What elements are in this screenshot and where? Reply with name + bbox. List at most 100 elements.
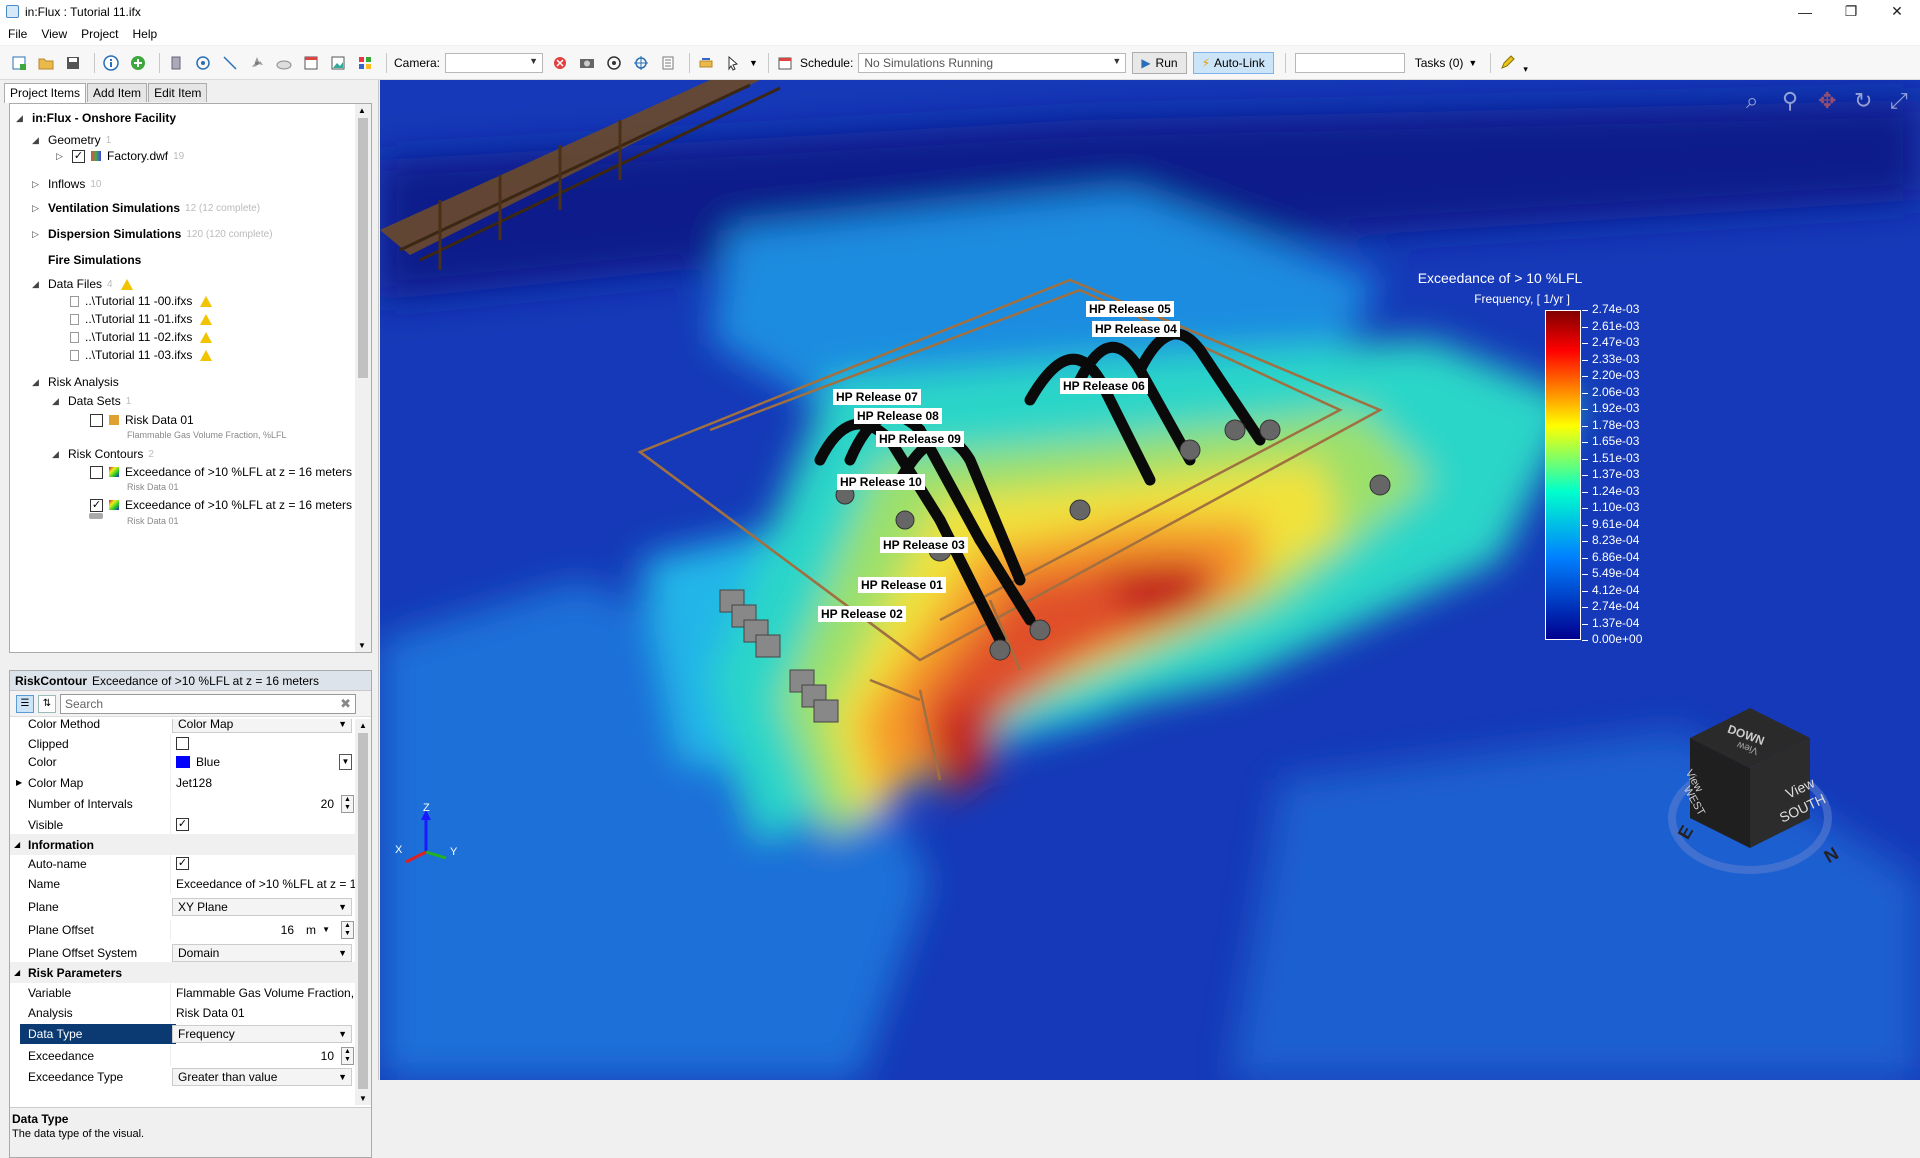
data-type-dropdown[interactable]: Frequency ▼ bbox=[172, 1024, 352, 1043]
tree-data-file[interactable]: ..\Tutorial 11 -03.ifxs bbox=[70, 347, 213, 363]
plane-offset-input[interactable]: 16 m ▼ ▲ ▼ bbox=[170, 919, 356, 940]
scroll-up-icon[interactable]: ▲ bbox=[359, 721, 367, 730]
release-label[interactable]: HP Release 07 bbox=[833, 389, 921, 405]
release-label[interactable]: HP Release 04 bbox=[1092, 321, 1180, 337]
schedule-select[interactable]: No Simulations Running ▼ bbox=[858, 52, 1127, 73]
scroll-thumb[interactable] bbox=[358, 733, 368, 1089]
color-value[interactable]: Blue ▼ bbox=[170, 751, 356, 772]
menu-project[interactable]: Project bbox=[81, 27, 118, 41]
tree-factory-dwf[interactable]: ▷ ✓ Factory.dwf 19 bbox=[56, 148, 184, 164]
tree-data-files[interactable]: ◢ Data Files 4 bbox=[32, 276, 133, 292]
zoom-icon[interactable]: ⚲ bbox=[1782, 88, 1808, 114]
collapse-icon[interactable]: ▷ bbox=[56, 151, 66, 162]
list-button[interactable] bbox=[657, 52, 679, 74]
expand-icon[interactable]: ◢ bbox=[52, 396, 62, 407]
collapse-icon[interactable]: ▷ bbox=[32, 229, 42, 240]
orbit-button[interactable] bbox=[603, 52, 625, 74]
spinner-icon[interactable]: ▲ ▼ bbox=[341, 1046, 354, 1065]
expand-icon[interactable]: ▶ bbox=[16, 778, 22, 787]
prop-row[interactable]: Color Method Color Map ▼ bbox=[10, 719, 356, 734]
spinner-icon[interactable]: ▲ ▼ bbox=[341, 794, 354, 813]
tree-fire[interactable]: Fire Simulations bbox=[48, 252, 141, 268]
categorized-view-button[interactable]: ☰ bbox=[16, 694, 34, 713]
tree-inflows[interactable]: ▷ Inflows 10 bbox=[32, 176, 101, 192]
tree-data-file[interactable]: ..\Tutorial 11 -00.ifxs bbox=[70, 293, 213, 309]
delete-camera-button[interactable] bbox=[549, 52, 571, 74]
checkbox-risk-data[interactable] bbox=[90, 413, 103, 427]
minimize-button[interactable]: — bbox=[1782, 0, 1828, 23]
checkbox-autoname[interactable]: ✓ bbox=[176, 857, 189, 870]
checkbox-contour[interactable] bbox=[90, 465, 103, 479]
prop-row-data-type[interactable]: Data Type Frequency ▼ bbox=[10, 1023, 356, 1044]
chevron-down-icon[interactable]: ▼ bbox=[1468, 58, 1477, 68]
target-button[interactable] bbox=[192, 52, 214, 74]
camera-button[interactable] bbox=[576, 52, 598, 74]
line-button[interactable] bbox=[219, 52, 241, 74]
tree-data-sets[interactable]: ◢ Data Sets 1 bbox=[52, 393, 131, 409]
checkbox-contour[interactable]: ✓ bbox=[90, 498, 103, 512]
table-button[interactable] bbox=[300, 52, 322, 74]
expand-icon[interactable]: ◢ bbox=[52, 449, 62, 460]
release-label[interactable]: HP Release 01 bbox=[858, 577, 946, 593]
release-label[interactable]: HP Release 03 bbox=[880, 537, 968, 553]
rotate-icon[interactable]: ↻ bbox=[1854, 88, 1880, 114]
pencil-button[interactable] bbox=[1496, 52, 1518, 74]
chevron-down-icon[interactable]: ▼ bbox=[322, 925, 330, 934]
scroll-down-icon[interactable]: ▼ bbox=[359, 1094, 367, 1103]
clear-icon[interactable]: ✖ bbox=[340, 696, 351, 712]
tasks-dropdown[interactable]: Tasks (0) bbox=[1415, 56, 1464, 70]
expand-icon[interactable]: ◢ bbox=[32, 377, 42, 388]
maximize-button[interactable]: ❐ bbox=[1828, 0, 1874, 23]
checkbox-visible[interactable]: ✓ bbox=[176, 818, 189, 831]
open-project-button[interactable] bbox=[35, 52, 57, 74]
overflow-chevron-icon[interactable]: ▾ bbox=[1523, 64, 1528, 75]
pan-icon[interactable]: ✥ bbox=[1818, 88, 1844, 114]
offset-system-dropdown[interactable]: Domain ▼ bbox=[172, 943, 352, 962]
release-label[interactable]: HP Release 06 bbox=[1060, 378, 1148, 394]
crosshair-button[interactable] bbox=[630, 52, 652, 74]
alphabetical-view-button[interactable]: ⇅ bbox=[38, 694, 56, 713]
auto-link-button[interactable]: ⚡ Auto-Link bbox=[1192, 51, 1274, 74]
run-button[interactable]: ▶ Run bbox=[1132, 51, 1187, 74]
chevron-down-icon[interactable]: ▼ bbox=[339, 753, 352, 770]
scroll-up-icon[interactable]: ▲ bbox=[358, 106, 366, 115]
checkbox-clipped[interactable] bbox=[176, 737, 189, 750]
layers-button[interactable] bbox=[165, 52, 187, 74]
expand-icon[interactable]: ◢ bbox=[32, 135, 42, 146]
expand-icon[interactable]: ◢ bbox=[14, 968, 20, 977]
checkbox-factory[interactable]: ✓ bbox=[72, 149, 85, 163]
spinner-icon[interactable]: ▲ ▼ bbox=[341, 920, 354, 939]
tree-risk-data-01[interactable]: Risk Data 01 bbox=[90, 412, 194, 428]
release-label[interactable]: HP Release 08 bbox=[854, 408, 942, 424]
tree-contour-item[interactable]: ✓ Exceedance of >10 %LFL at z = 16 meters bbox=[90, 497, 352, 513]
release-label[interactable]: HP Release 02 bbox=[818, 606, 906, 622]
new-project-button[interactable] bbox=[8, 52, 30, 74]
exceedance-type-dropdown[interactable]: Greater than value ▼ bbox=[172, 1067, 352, 1086]
3d-viewport[interactable]: HP Release 05 HP Release 04 HP Release 0… bbox=[380, 80, 1920, 1080]
zoom-region-icon[interactable]: ⌕ bbox=[1746, 88, 1772, 114]
fullscreen-icon[interactable]: ⤢ bbox=[1890, 88, 1916, 114]
tree-geometry[interactable]: ◢ Geometry 1 bbox=[32, 132, 111, 148]
exceedance-input[interactable]: 10 ▲ ▼ bbox=[170, 1045, 356, 1066]
property-search[interactable]: Search ✖ bbox=[60, 693, 356, 714]
category-information[interactable]: ◢ Information bbox=[10, 834, 356, 855]
tree-contour-item[interactable]: Exceedance of >10 %LFL at z = 16 meters bbox=[90, 464, 352, 480]
cloud-button[interactable] bbox=[273, 52, 295, 74]
tree-dispersion[interactable]: ▷ Dispersion Simulations 120 (120 complete… bbox=[32, 226, 273, 242]
chevron-down-icon[interactable]: ▼ bbox=[749, 58, 758, 68]
tab-edit-item[interactable]: Edit Item bbox=[148, 83, 208, 102]
link-button[interactable] bbox=[695, 52, 717, 74]
expand-icon[interactable]: ◢ bbox=[14, 840, 20, 849]
tree-ventilation[interactable]: ▷ Ventilation Simulations 12 (12 complete) bbox=[32, 200, 260, 216]
tab-add-item[interactable]: Add Item bbox=[87, 83, 148, 102]
release-label[interactable]: HP Release 10 bbox=[837, 474, 925, 490]
schedule-icon-button[interactable] bbox=[774, 52, 796, 74]
menu-view[interactable]: View bbox=[41, 27, 67, 41]
tree-data-file[interactable]: ..\Tutorial 11 -02.ifxs bbox=[70, 329, 213, 345]
collapse-icon[interactable]: ▷ bbox=[32, 179, 42, 190]
tree-scrollbar[interactable]: ▲ ▼ bbox=[355, 104, 371, 652]
grid-button[interactable] bbox=[354, 52, 376, 74]
collapse-icon[interactable]: ▷ bbox=[32, 203, 42, 214]
expand-icon[interactable]: ◢ bbox=[16, 113, 26, 124]
save-button[interactable] bbox=[62, 52, 84, 74]
